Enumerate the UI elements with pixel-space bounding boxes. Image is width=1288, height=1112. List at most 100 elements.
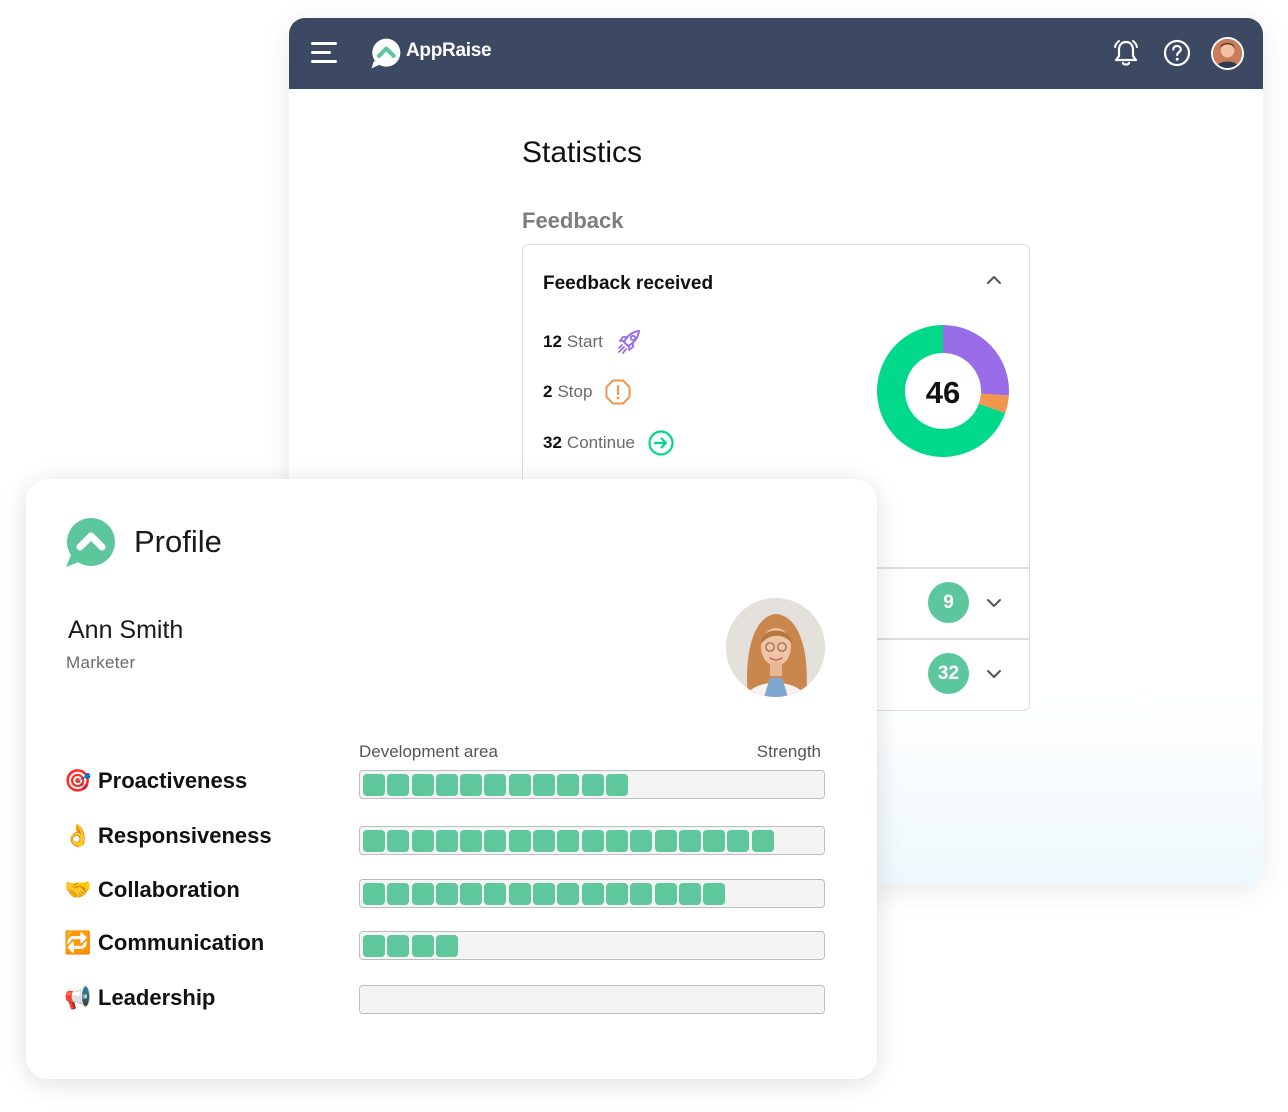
level-segment — [484, 773, 507, 796]
level-segment — [411, 882, 434, 905]
level-segment — [557, 829, 580, 852]
level-segment — [363, 829, 385, 852]
level-segment — [460, 773, 483, 796]
level-segment — [678, 882, 701, 905]
level-segment — [581, 829, 604, 852]
skill-bar-responsiveness — [359, 826, 825, 855]
level-segment — [533, 882, 556, 905]
level-segment — [411, 829, 434, 852]
level-segment — [533, 829, 556, 852]
level-segment — [435, 934, 458, 957]
item-label: Continue — [566, 433, 635, 452]
skill-name: Communication — [98, 930, 265, 955]
skill-communication: 🔁 Communication — [64, 928, 264, 958]
chevron-down-icon[interactable] — [984, 664, 1004, 684]
profile-title: Profile — [134, 524, 222, 559]
scale-label-development: Development area — [359, 742, 498, 761]
skill-name: Leadership — [98, 985, 216, 1010]
level-segment — [581, 773, 604, 796]
ok-hand-icon: 👌 — [64, 823, 92, 848]
level-segment — [678, 829, 701, 852]
person-role: Marketer — [66, 653, 136, 672]
chevron-up-icon[interactable] — [983, 269, 1005, 291]
feedback-item-continue: 32 Continue — [543, 429, 675, 457]
level-segment — [508, 773, 531, 796]
feedback-item-start: 12 Start — [543, 328, 645, 356]
count-badge: 9 — [928, 582, 969, 623]
level-segment — [630, 829, 653, 852]
level-segment — [387, 829, 410, 852]
bell-icon[interactable] — [1110, 37, 1142, 69]
level-segment — [605, 882, 628, 905]
level-segment — [605, 829, 628, 852]
skill-bar-proactiveness — [359, 770, 825, 799]
level-segment — [435, 882, 458, 905]
level-segment — [751, 829, 774, 852]
level-segment — [435, 773, 458, 796]
skill-name: Responsiveness — [98, 823, 272, 848]
level-segment — [484, 882, 507, 905]
feedback-donut-chart: 46 — [877, 325, 1009, 457]
skill-responsiveness: 👌 Responsiveness — [64, 821, 272, 851]
level-segment — [387, 934, 410, 957]
profile-photo-image — [726, 598, 825, 697]
level-segment — [387, 773, 410, 796]
level-segment — [484, 829, 507, 852]
level-segment — [581, 882, 604, 905]
level-segment — [411, 773, 434, 796]
person-name: Ann Smith — [68, 616, 184, 644]
skill-bar-leadership — [359, 985, 825, 1014]
section-heading: Feedback — [522, 208, 624, 233]
level-segment — [363, 773, 385, 796]
level-segment — [557, 773, 580, 796]
level-segment — [387, 882, 410, 905]
donut-center-total: 46 — [926, 375, 960, 410]
level-segment — [435, 829, 458, 852]
item-count: 32 — [543, 433, 562, 452]
top-navigation-bar: AppRaise — [289, 18, 1263, 89]
profile-photo — [726, 598, 825, 697]
handshake-icon: 🤝 — [64, 877, 92, 902]
skill-proactiveness: 🎯 Proactiveness — [64, 766, 247, 796]
level-segment — [703, 882, 726, 905]
chevron-down-icon[interactable] — [984, 593, 1004, 613]
scale-label-strength: Strength — [756, 742, 821, 761]
feedback-item-stop: 2 Stop — [543, 378, 632, 406]
repeat-arrows-icon: 🔁 — [64, 930, 92, 955]
help-icon[interactable] — [1161, 37, 1193, 69]
menu-icon[interactable] — [311, 42, 339, 64]
level-segment — [460, 829, 483, 852]
level-segment — [557, 882, 580, 905]
level-segment — [363, 934, 385, 957]
user-avatar[interactable] — [1211, 37, 1244, 70]
level-segment — [460, 882, 483, 905]
rocket-icon — [617, 330, 640, 354]
level-segment — [363, 882, 385, 905]
arrow-right-circle-icon — [648, 430, 674, 456]
appraise-logo-icon — [66, 518, 115, 567]
skill-bar-collaboration — [359, 879, 825, 908]
item-label: Start — [566, 332, 603, 351]
card-title: Feedback received — [543, 273, 714, 294]
level-segment — [727, 829, 750, 852]
alert-icon — [605, 379, 631, 405]
skill-leadership: 📢 Leadership — [64, 983, 215, 1013]
level-segment — [605, 773, 628, 796]
level-segment — [508, 882, 531, 905]
brand-name: AppRaise — [406, 40, 492, 61]
level-segment — [703, 829, 726, 852]
skill-name: Proactiveness — [98, 768, 248, 793]
count-badge: 32 — [928, 653, 969, 694]
target-icon: 🎯 — [64, 768, 92, 793]
item-count: 2 — [543, 382, 553, 401]
appraise-logo-icon — [371, 38, 401, 69]
megaphone-icon: 📢 — [64, 985, 92, 1010]
level-segment — [630, 882, 653, 905]
page-title: Statistics — [522, 136, 643, 169]
item-label: Stop — [557, 382, 593, 401]
level-segment — [654, 882, 677, 905]
profile-card: Profile Ann Smith Marketer Development a… — [26, 479, 877, 1079]
skill-bar-communication — [359, 931, 825, 960]
item-count: 12 — [543, 332, 562, 351]
user-avatar-image — [1213, 39, 1242, 68]
